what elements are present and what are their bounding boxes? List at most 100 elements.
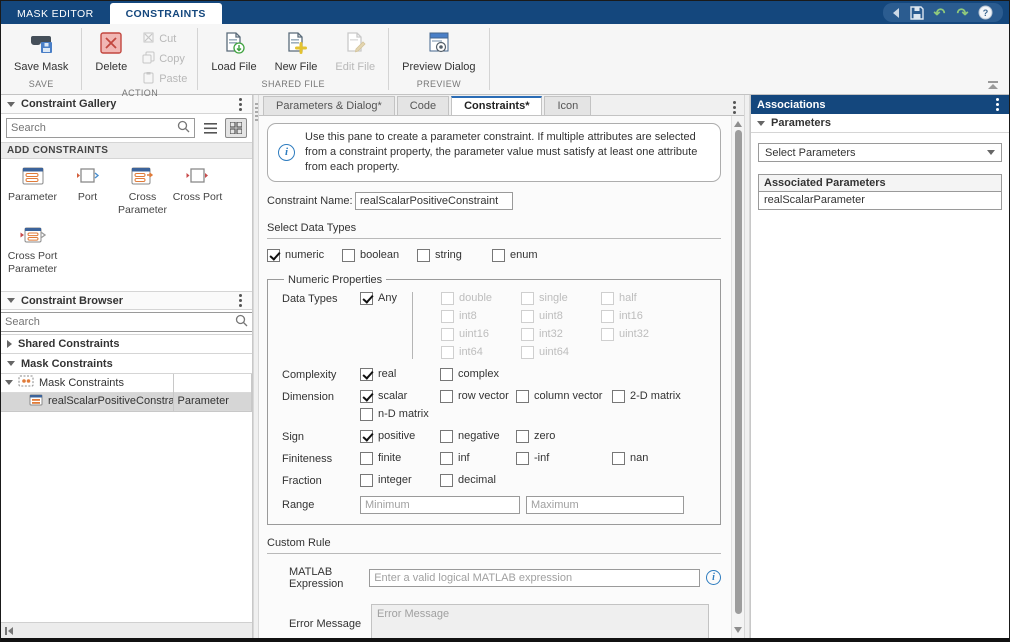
- gallery-item-label: Parameter: [8, 191, 57, 204]
- checkbox-uint64[interactable]: uint64: [521, 346, 601, 359]
- gallery-item-label: Port: [78, 191, 97, 204]
- tab-icon[interactable]: Icon: [544, 96, 591, 115]
- checkbox-column-vector[interactable]: column vector: [516, 390, 612, 403]
- browser-search-input[interactable]: [5, 316, 235, 328]
- browser-menu-icon[interactable]: [235, 292, 246, 309]
- copy-button[interactable]: Copy: [138, 50, 191, 68]
- checkbox-zero[interactable]: zero: [516, 430, 555, 443]
- save-icon[interactable]: [909, 5, 924, 20]
- cross-parameter-icon: [131, 167, 155, 188]
- error-message-textarea[interactable]: [371, 604, 709, 638]
- preview-dialog-label: Preview Dialog: [402, 61, 475, 73]
- chevron-left-icon[interactable]: [893, 8, 899, 18]
- constraint-name-label: Constraint Name:: [267, 195, 355, 207]
- checkbox-neg-inf[interactable]: -inf: [516, 452, 612, 465]
- checkbox-decimal[interactable]: decimal: [440, 474, 496, 487]
- tree-root-row[interactable]: Mask Constraints: [1, 374, 252, 392]
- checkbox-nd-matrix[interactable]: n-D matrix: [360, 408, 429, 421]
- undo-icon[interactable]: ↶: [932, 5, 947, 20]
- tabbar-menu-icon[interactable]: [729, 99, 740, 116]
- checkbox-negative[interactable]: negative: [440, 430, 516, 443]
- tab-constraints[interactable]: Constraints*: [451, 96, 542, 115]
- gallery-item-parameter[interactable]: Parameter: [5, 167, 60, 216]
- checkbox-uint32[interactable]: uint32: [601, 328, 681, 341]
- checkbox-int32[interactable]: int32: [521, 328, 601, 341]
- checkbox-finite[interactable]: finite: [360, 452, 440, 465]
- checkbox-uint16[interactable]: uint16: [441, 328, 521, 341]
- checkbox-boolean[interactable]: boolean: [342, 249, 417, 262]
- preview-dialog-button[interactable]: Preview Dialog: [395, 28, 482, 76]
- divider: [267, 553, 721, 554]
- associations-menu-icon[interactable]: [992, 96, 1003, 113]
- toolstrip-tab-mask-editor[interactable]: MASK EDITOR: [1, 3, 110, 24]
- matlab-expression-input[interactable]: [369, 569, 700, 587]
- load-file-button[interactable]: Load File: [204, 28, 263, 76]
- gallery-search-input[interactable]: [11, 122, 177, 134]
- select-parameters-dropdown[interactable]: Select Parameters: [758, 143, 1002, 162]
- delete-button[interactable]: Delete: [88, 28, 134, 76]
- checkbox-label: boolean: [360, 249, 399, 261]
- cut-label: Cut: [159, 33, 176, 45]
- shared-constraints-row[interactable]: Shared Constraints: [1, 334, 252, 354]
- gallery-menu-icon[interactable]: [235, 96, 246, 113]
- mask-constraints-row[interactable]: Mask Constraints: [1, 354, 252, 374]
- collapse-ribbon-icon[interactable]: [987, 81, 999, 90]
- checkbox-single[interactable]: single: [521, 292, 601, 305]
- checkbox-nan[interactable]: nan: [612, 452, 648, 465]
- constraint-name-input[interactable]: [355, 192, 513, 210]
- checkbox-scalar[interactable]: scalar: [360, 390, 440, 403]
- range-maximum-input[interactable]: [526, 496, 684, 514]
- grid-view-icon[interactable]: [225, 118, 247, 138]
- new-file-button[interactable]: New File: [268, 28, 325, 76]
- checkbox-icon: [360, 452, 373, 465]
- gallery-item-cross-port-parameter[interactable]: Cross Port Parameter: [5, 226, 60, 275]
- edit-file-button[interactable]: Edit File: [328, 28, 382, 76]
- checkbox-enum[interactable]: enum: [492, 249, 538, 262]
- save-mask-label: Save Mask: [14, 61, 68, 73]
- associated-parameter-row[interactable]: realScalarParameter: [759, 192, 1001, 209]
- tree-constraint-row[interactable]: realScalarPositiveConstraint Parameter: [1, 392, 252, 410]
- checkbox-any[interactable]: Any: [360, 292, 412, 305]
- left-panel-hscrollbar[interactable]: [1, 622, 252, 638]
- right-splitter[interactable]: [744, 95, 750, 638]
- list-view-icon[interactable]: [199, 118, 221, 138]
- parameters-section-header[interactable]: Parameters: [751, 114, 1009, 133]
- checkbox-int16[interactable]: int16: [601, 310, 681, 323]
- gallery-item-port[interactable]: Port: [60, 167, 115, 216]
- checkbox-half[interactable]: half: [601, 292, 681, 305]
- checkbox-real[interactable]: real: [360, 368, 440, 381]
- scroll-up-icon[interactable]: [734, 121, 742, 127]
- checkbox-numeric[interactable]: numeric: [267, 249, 342, 262]
- ribbon-group-action-label: ACTION: [82, 88, 197, 100]
- tab-parameters-dialog[interactable]: Parameters & Dialog*: [263, 96, 395, 115]
- center-vscrollbar[interactable]: [731, 116, 744, 638]
- ribbon-group-save-label: SAVE: [1, 79, 81, 94]
- checkbox-int64[interactable]: int64: [441, 346, 521, 359]
- checkbox-double[interactable]: double: [441, 292, 521, 305]
- tab-code[interactable]: Code: [397, 96, 449, 115]
- checkbox-row-vector[interactable]: row vector: [440, 390, 516, 403]
- toolstrip-tab-constraints[interactable]: CONSTRAINTS: [110, 3, 222, 24]
- save-mask-button[interactable]: Save Mask: [7, 28, 75, 76]
- scroll-left-icon[interactable]: [5, 627, 13, 635]
- gallery-item-cross-port[interactable]: Cross Port: [170, 167, 225, 216]
- checkbox-complex[interactable]: complex: [440, 368, 499, 381]
- cut-button[interactable]: Cut: [138, 30, 191, 48]
- expression-info-icon[interactable]: i: [706, 570, 721, 585]
- checkbox-string[interactable]: string: [417, 249, 492, 262]
- checkbox-2d-matrix[interactable]: 2-D matrix: [612, 390, 681, 403]
- paste-button[interactable]: Paste: [138, 70, 191, 88]
- help-icon[interactable]: ?: [978, 5, 993, 20]
- checkbox-uint8[interactable]: uint8: [521, 310, 601, 323]
- range-minimum-input[interactable]: [360, 496, 520, 514]
- gallery-item-cross-parameter[interactable]: Cross Parameter: [115, 167, 170, 216]
- checkbox-inf[interactable]: inf: [440, 452, 516, 465]
- checkbox-positive[interactable]: positive: [360, 430, 440, 443]
- scrollbar-thumb[interactable]: [735, 130, 742, 614]
- checkbox-icon: [360, 430, 373, 443]
- checkbox-int8[interactable]: int8: [441, 310, 521, 323]
- redo-icon[interactable]: ↷: [955, 5, 970, 20]
- constraint-browser-header[interactable]: Constraint Browser: [1, 291, 252, 310]
- scroll-down-icon[interactable]: [734, 627, 742, 633]
- checkbox-integer[interactable]: integer: [360, 474, 440, 487]
